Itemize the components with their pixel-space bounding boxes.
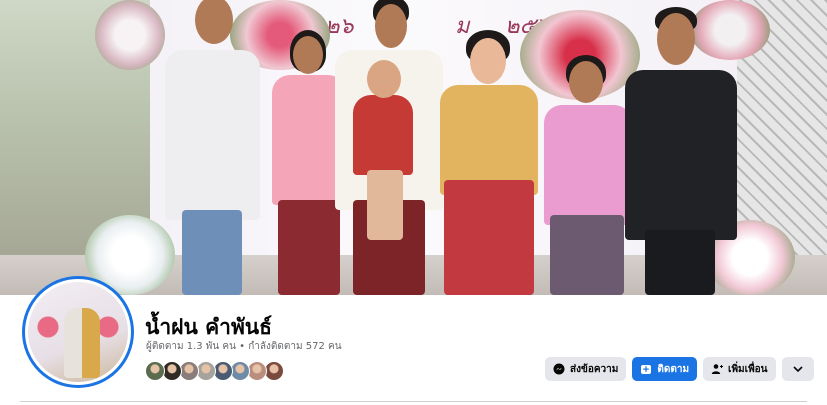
add-friend-button[interactable]: เพิ่มเพื่อน (703, 357, 776, 381)
friend-avatar[interactable] (264, 361, 284, 381)
friend-avatar[interactable] (179, 361, 199, 381)
message-button[interactable]: ส่งข้อความ (545, 357, 627, 381)
friend-avatar[interactable] (230, 361, 250, 381)
friend-avatar[interactable] (162, 361, 182, 381)
avatar-couple (64, 308, 100, 378)
person-woman-pink-right (540, 55, 635, 295)
person-baby (345, 60, 425, 240)
section-divider (20, 401, 807, 402)
followers-link[interactable]: ผู้ติดตาม 1.3 พัน คน (146, 341, 236, 352)
friend-avatar[interactable] (196, 361, 216, 381)
flower-decoration (95, 0, 165, 70)
person-man-right (625, 5, 740, 295)
follow-icon (640, 363, 652, 375)
chevron-down-icon (792, 364, 803, 375)
friends-preview (145, 361, 284, 381)
profile-stats: ผู้ติดตาม 1.3 พัน คน • กำลังติดตาม 572 ค… (146, 339, 342, 354)
following-link[interactable]: กำลังติดตาม 572 คน (248, 341, 341, 352)
follow-button-label: ติดตาม (657, 363, 690, 375)
profile-actions: ส่งข้อความ ติดตาม เพิ่มเพื่อน (545, 357, 814, 381)
profile-avatar-image (25, 279, 131, 385)
message-button-label: ส่งข้อความ (570, 363, 619, 375)
friend-avatar[interactable] (213, 361, 233, 381)
messenger-icon (553, 363, 565, 375)
friend-avatar[interactable] (145, 361, 165, 381)
cover-photo[interactable]: ๒๖ ม ๒๕๖๔ (0, 0, 827, 295)
follow-button[interactable]: ติดตาม (632, 357, 698, 381)
add-friend-icon (711, 363, 724, 375)
profile-avatar[interactable] (22, 276, 134, 388)
add-friend-button-label: เพิ่มเพื่อน (728, 363, 768, 375)
person-man-left (160, 0, 270, 295)
person-bride (440, 30, 540, 295)
more-options-button[interactable] (781, 357, 814, 381)
friend-avatar[interactable] (247, 361, 267, 381)
stats-separator: • (239, 341, 246, 352)
